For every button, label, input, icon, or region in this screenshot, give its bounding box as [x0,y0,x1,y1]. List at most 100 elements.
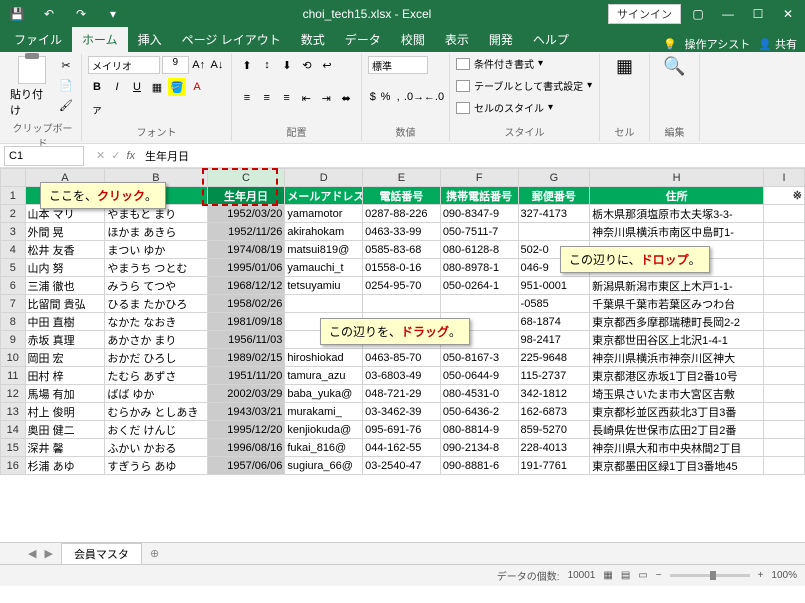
currency-icon[interactable]: $ [368,88,378,106]
cell[interactable]: 080-8814-9 [440,421,518,439]
cell[interactable]: なかた なおき [105,313,207,331]
cell[interactable] [764,331,805,349]
font-color-button[interactable]: A [188,78,206,96]
cell[interactable]: 山内 努 [25,259,105,277]
cell[interactable] [764,223,805,241]
cell[interactable]: 2002/03/29 [207,385,285,403]
row-header[interactable]: 1 [1,187,26,205]
cell-styles-button[interactable]: セルのスタイル ▾ [456,100,593,115]
name-box[interactable] [4,146,84,166]
cell[interactable] [764,259,805,277]
align-right-icon[interactable]: ≡ [278,89,296,107]
cell[interactable]: 1952/03/20 [207,205,285,223]
cell[interactable]: 951-0001 [518,277,590,295]
cell[interactable]: 神奈川県横浜市神奈川区神大 [590,349,764,367]
orientation-icon[interactable]: ⟲ [298,56,316,74]
cell[interactable]: ほかま あきら [105,223,207,241]
cell[interactable]: kenjiokuda@ [285,421,363,439]
cell[interactable] [764,241,805,259]
cell[interactable]: 03-3462-39 [363,403,441,421]
zoom-slider[interactable] [670,574,750,577]
tab-view[interactable]: 表示 [435,27,479,52]
formula-bar[interactable]: 生年月日 [141,147,805,165]
cell[interactable]: 0585-83-68 [363,241,441,259]
row-header[interactable]: 9 [1,331,26,349]
row-header[interactable]: 4 [1,241,26,259]
cell[interactable] [764,277,805,295]
cell[interactable]: 中田 直樹 [25,313,105,331]
view-break-icon[interactable]: ▭ [638,570,647,581]
cell[interactable] [764,385,805,403]
cell[interactable] [440,295,518,313]
editing-icon[interactable]: 🔍 [656,56,693,77]
row-header[interactable]: 6 [1,277,26,295]
new-sheet-icon[interactable]: ⊕ [150,547,159,560]
cell[interactable]: ふかい かおる [105,439,207,457]
cell[interactable]: 090-8881-6 [440,457,518,475]
maximize-icon[interactable]: ☐ [745,4,771,24]
cell[interactable]: 赤坂 真理 [25,331,105,349]
cut-icon[interactable]: ✂ [57,56,75,74]
cell[interactable]: 050-7511-7 [440,223,518,241]
cell[interactable]: 1956/11/03 [207,331,285,349]
row-header[interactable]: 12 [1,385,26,403]
col-header-e[interactable]: E [363,169,441,187]
align-left-icon[interactable]: ≡ [238,89,256,107]
cell[interactable]: 327-4173 [518,205,590,223]
cell[interactable]: 115-2737 [518,367,590,385]
worksheet-grid[interactable]: A B C D E F G H I 1 生年月日 メールアドレス 電話番号 携帯… [0,168,805,542]
align-bottom-icon[interactable]: ⬇ [278,56,296,74]
close-icon[interactable]: ✕ [775,4,801,24]
cell[interactable]: 0463-85-70 [363,349,441,367]
cell[interactable]: まつい ゆか [105,241,207,259]
cell[interactable]: 044-162-55 [363,439,441,457]
cell[interactable]: 050-0644-9 [440,367,518,385]
cell[interactable]: すぎうら あゆ [105,457,207,475]
cell[interactable]: 深井 馨 [25,439,105,457]
number-format-select[interactable]: 標準 [368,56,428,74]
cell[interactable]: むらかみ としあき [105,403,207,421]
cell[interactable]: 長崎県佐世保市広田2丁目2番 [590,421,764,439]
cell[interactable]: 01558-0-16 [363,259,441,277]
col-header-i[interactable]: I [764,169,805,187]
tab-formulas[interactable]: 数式 [291,27,335,52]
cell[interactable]: 050-0264-1 [440,277,518,295]
cell[interactable]: 191-7761 [518,457,590,475]
cell[interactable]: 342-1812 [518,385,590,403]
row-header[interactable]: 13 [1,403,26,421]
cell[interactable]: 0287-88-226 [363,205,441,223]
tellme-input[interactable]: 操作アシスト [685,36,751,52]
cell[interactable]: fukai_816@ [285,439,363,457]
cell[interactable] [764,205,805,223]
grow-font-icon[interactable]: A↑ [191,56,207,74]
cell[interactable]: 埼玉県さいたま市大宮区吉敷 [590,385,764,403]
cell[interactable]: 095-691-76 [363,421,441,439]
col-header-h[interactable]: H [590,169,764,187]
cell[interactable]: 三浦 徹也 [25,277,105,295]
cell[interactable]: 千葉県千葉市若葉区みつわ台 [590,295,764,313]
border-button[interactable]: ▦ [148,78,166,96]
cell[interactable]: おくだ けんじ [105,421,207,439]
row-header[interactable]: 3 [1,223,26,241]
cell[interactable]: 1981/09/18 [207,313,285,331]
zoom-level[interactable]: 100% [771,570,797,581]
col-header-f[interactable]: F [440,169,518,187]
cell[interactable]: 新潟県新潟市東区上木戸1-1- [590,277,764,295]
cell[interactable]: ばば ゆか [105,385,207,403]
row-header[interactable]: 5 [1,259,26,277]
select-all-corner[interactable] [1,169,26,187]
cell[interactable]: 1952/11/26 [207,223,285,241]
cell[interactable]: 1996/08/16 [207,439,285,457]
percent-icon[interactable]: % [380,88,392,106]
sheet-tab[interactable]: 会員マスタ [61,543,142,564]
cell[interactable]: 松井 友香 [25,241,105,259]
cancel-formula-icon[interactable]: ✕ [96,149,105,162]
undo-icon[interactable]: ↶ [36,4,62,24]
hdr-cell[interactable]: 住所 [590,187,764,205]
font-name-select[interactable]: メイリオ [88,56,160,74]
cell[interactable]: 080-8978-1 [440,259,518,277]
font-size-select[interactable]: 9 [162,56,189,74]
dec-decimal-icon[interactable]: ←.0 [425,88,443,106]
indent-inc-icon[interactable]: ⇥ [317,89,335,107]
cells-icon[interactable]: ▦ [606,56,643,77]
